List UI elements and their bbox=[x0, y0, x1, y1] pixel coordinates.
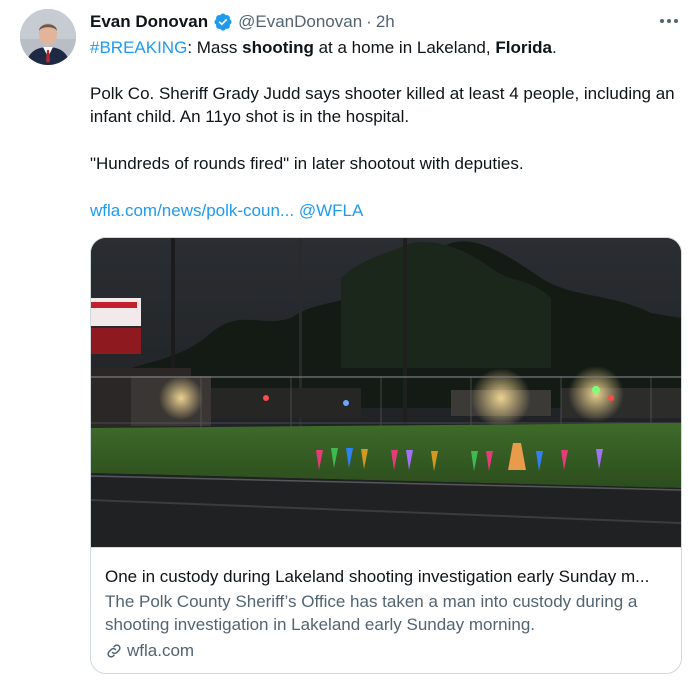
author-handle[interactable]: @EvanDonovan bbox=[238, 12, 362, 32]
more-options-icon[interactable] bbox=[660, 12, 678, 30]
text-fragment: at a home in Lakeland, bbox=[313, 38, 496, 57]
link-preview-card[interactable]: One in custody during Lakeland shooting … bbox=[90, 237, 682, 674]
article-link[interactable]: wfla.com/news/polk-coun... bbox=[90, 201, 294, 220]
card-body[interactable]: One in custody during Lakeland shooting … bbox=[91, 547, 681, 673]
bold-text: Florida bbox=[495, 38, 553, 57]
tweet-line-1: #BREAKING: Mass shooting at a home in La… bbox=[90, 36, 557, 59]
card-domain[interactable]: wfla.com bbox=[105, 641, 194, 661]
text-fragment: . bbox=[552, 38, 557, 57]
avatar[interactable] bbox=[20, 9, 76, 65]
card-description: The Polk County Sheriff’s Office has tak… bbox=[105, 592, 638, 634]
link-icon bbox=[107, 644, 121, 658]
author-name[interactable]: Evan Donovan bbox=[90, 12, 208, 32]
tweet-paragraph-3: "Hundreds of rounds fired" in later shoo… bbox=[90, 154, 524, 173]
tweet-timestamp[interactable]: 2h bbox=[376, 12, 395, 32]
card-domain-text: wfla.com bbox=[127, 641, 195, 660]
tweet-links-line: wfla.com/news/polk-coun... @WFLA bbox=[90, 199, 363, 222]
tweet-header: Evan Donovan @EvanDonovan · 2h bbox=[90, 11, 395, 33]
tweet-paragraph-2: Polk Co. Sheriff Grady Judd says shooter… bbox=[90, 84, 675, 126]
verified-badge-icon bbox=[213, 12, 233, 32]
hashtag-link[interactable]: #BREAKING bbox=[90, 38, 187, 57]
mention-link[interactable]: @WFLA bbox=[299, 201, 363, 220]
avatar-image bbox=[20, 9, 76, 65]
card-image[interactable] bbox=[91, 238, 681, 547]
card-title[interactable]: One in custody during Lakeland shooting … bbox=[105, 566, 671, 588]
bold-text: shooting bbox=[242, 38, 314, 57]
separator-dot: · bbox=[366, 12, 372, 31]
text-fragment: : Mass bbox=[187, 38, 243, 57]
